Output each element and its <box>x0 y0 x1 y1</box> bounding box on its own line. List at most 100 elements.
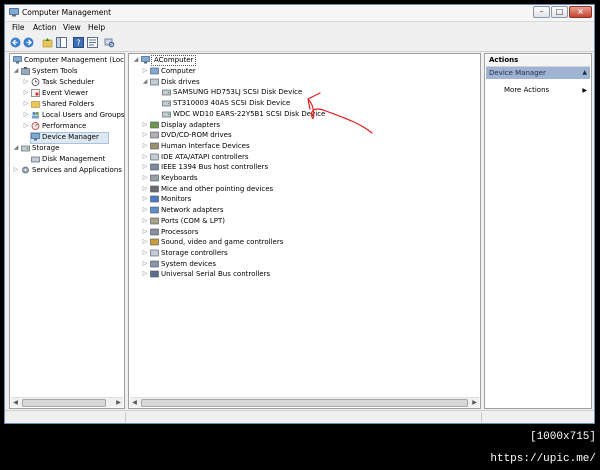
device-category-label: IDE ATA/ATAPI controllers <box>161 152 249 161</box>
tree-node-device-manager[interactable]: Device Manager <box>30 132 109 144</box>
show-hide-tree-icon[interactable] <box>56 37 67 48</box>
menu-bar: File Action View Help <box>5 22 594 34</box>
disk-device-label: ST310003 40AS SCSI Disk Device <box>173 99 291 108</box>
expand-icon[interactable]: ▷ <box>142 185 148 193</box>
maximize-button[interactable]: □ <box>551 6 568 18</box>
event-log-icon <box>31 89 40 97</box>
scan-hardware-icon[interactable] <box>104 37 115 48</box>
status-divider <box>125 412 126 422</box>
expand-icon[interactable]: ▷ <box>13 166 19 174</box>
device-category-icon <box>150 196 159 203</box>
collapse-icon[interactable]: ◢ <box>13 67 19 75</box>
expand-icon[interactable]: ▷ <box>142 270 148 278</box>
device-category-icon <box>150 131 159 139</box>
services-icon <box>22 166 29 174</box>
expand-icon[interactable]: ▷ <box>142 260 148 268</box>
expand-icon[interactable]: ▷ <box>142 238 148 246</box>
tree-label: Shared Folders <box>42 100 95 108</box>
tools-icon <box>21 67 30 75</box>
computer-management-icon <box>13 56 22 64</box>
scroll-right-icon[interactable]: ▶ <box>114 398 123 407</box>
device-manager-icon <box>31 133 40 141</box>
device-category-label: Processors <box>161 227 199 236</box>
tree-label: Performance <box>42 122 87 130</box>
expand-icon[interactable]: ▷ <box>142 195 148 203</box>
computer-icon <box>141 56 150 64</box>
device-category-icon <box>150 121 159 128</box>
status-bar <box>5 410 594 423</box>
device-category-label: Keyboards <box>161 174 198 182</box>
horizontal-scrollbar[interactable]: ◀ ▶ <box>11 397 123 407</box>
collapse-icon[interactable]: ◢ <box>142 78 148 86</box>
expand-icon[interactable]: ▷ <box>142 153 148 161</box>
expand-icon[interactable]: ▷ <box>23 100 29 108</box>
menu-file[interactable]: File <box>12 23 25 32</box>
device-category-icon <box>150 249 159 257</box>
title-bar: Computer Management – □ × <box>5 5 594 22</box>
expand-icon[interactable]: ▷ <box>142 249 148 257</box>
device-category-icon <box>150 238 159 246</box>
expand-icon[interactable]: ▷ <box>142 131 148 139</box>
device-category-icon <box>150 206 159 214</box>
close-button[interactable]: × <box>569 6 592 18</box>
hard-disk-icon <box>162 111 171 118</box>
collapse-icon[interactable]: ◢ <box>133 56 139 64</box>
expand-icon[interactable]: ▷ <box>23 111 29 119</box>
help-icon[interactable]: ? <box>73 37 84 48</box>
scroll-left-icon[interactable]: ◀ <box>130 398 139 407</box>
more-actions-item[interactable]: More Actions ▶ <box>504 86 589 96</box>
device-category-icon <box>150 142 159 150</box>
tree-label: Local Users and Groups <box>42 111 125 119</box>
expand-icon[interactable]: ▷ <box>142 174 148 182</box>
device-category-icon <box>150 185 159 192</box>
scrollbar-thumb[interactable] <box>22 399 106 407</box>
horizontal-scrollbar[interactable]: ◀ ▶ <box>130 397 479 407</box>
up-folder-icon[interactable] <box>42 37 53 48</box>
scroll-left-icon[interactable]: ◀ <box>11 398 20 407</box>
device-category-icon <box>150 174 159 182</box>
menu-view[interactable]: View <box>63 23 81 32</box>
hard-disk-icon <box>162 100 171 107</box>
expand-icon[interactable]: ▷ <box>142 121 148 129</box>
tree-label: Task Scheduler <box>42 78 95 86</box>
disk-device-label: SAMSUNG HD753LJ SCSI Disk Device <box>173 88 303 97</box>
device-category-icon <box>150 67 159 75</box>
expand-icon[interactable]: ▷ <box>142 142 148 150</box>
back-arrow-icon[interactable] <box>10 37 21 48</box>
expand-icon[interactable]: ▷ <box>142 217 148 225</box>
scroll-right-icon[interactable]: ▶ <box>470 398 479 407</box>
collapse-icon[interactable]: ◢ <box>13 144 19 152</box>
device-category-label: Sound, video and game controllers <box>161 238 284 247</box>
shared-folder-icon <box>31 101 40 108</box>
actions-section-device-manager[interactable]: Device Manager ▲ <box>486 67 590 79</box>
expand-icon[interactable]: ▷ <box>142 206 148 214</box>
hard-disk-icon <box>162 90 171 96</box>
menu-help[interactable]: Help <box>88 23 105 32</box>
storage-icon <box>21 145 30 152</box>
tree-label: Event Viewer <box>42 89 89 97</box>
collapse-up-icon[interactable]: ▲ <box>582 67 587 79</box>
device-category-icon <box>150 217 159 225</box>
scrollbar-thumb[interactable] <box>141 399 468 407</box>
expand-icon[interactable]: ▷ <box>23 89 29 97</box>
expand-icon[interactable]: ▷ <box>23 122 29 130</box>
menu-action[interactable]: Action <box>33 23 57 32</box>
expand-icon[interactable]: ▷ <box>142 228 148 236</box>
tree-label: Services and Applications <box>32 166 122 174</box>
forward-arrow-icon[interactable] <box>23 37 34 48</box>
expand-icon[interactable]: ▷ <box>142 163 148 171</box>
device-category-label: Universal Serial Bus controllers <box>161 270 271 279</box>
device-category-icon <box>150 163 159 171</box>
svg-text:?: ? <box>76 39 80 48</box>
actions-header: Actions <box>486 55 590 67</box>
device-category-icon <box>150 78 159 85</box>
properties-icon[interactable] <box>87 37 98 48</box>
status-divider <box>481 412 482 422</box>
tree-label: System Tools <box>32 67 78 75</box>
expand-icon[interactable]: ▷ <box>23 78 29 86</box>
minimize-button[interactable]: – <box>533 6 550 18</box>
device-category-icon <box>150 228 159 235</box>
device-category-icon <box>150 260 159 267</box>
device-category-label: Ports (COM & LPT) <box>161 216 225 225</box>
expand-icon[interactable]: ▷ <box>142 67 148 75</box>
